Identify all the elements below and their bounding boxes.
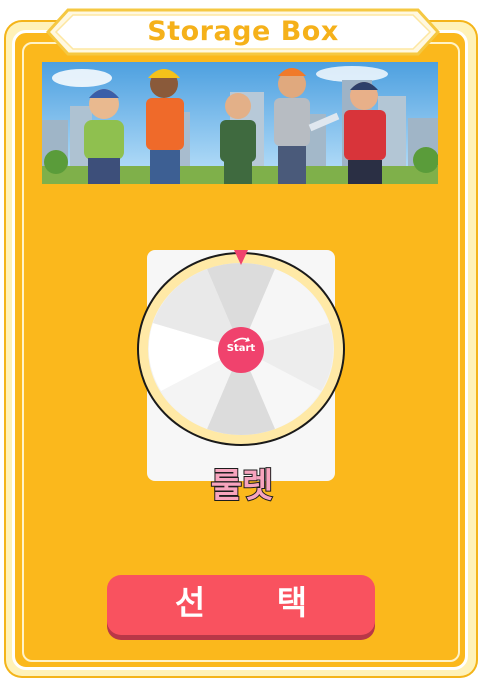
workers-banner-image (42, 62, 438, 184)
roulette-label: 룰렛 (210, 465, 275, 507)
dialog-title: Storage Box (147, 16, 339, 47)
storage-box-dialog: Storage Box Start 룰렛 선 택 (0, 0, 486, 683)
select-button[interactable]: 선 택 (107, 575, 375, 635)
workers-illustration (42, 62, 438, 184)
start-label: Start (226, 343, 256, 354)
title-banner: Storage Box (46, 8, 440, 56)
start-button[interactable]: Start (218, 327, 264, 373)
